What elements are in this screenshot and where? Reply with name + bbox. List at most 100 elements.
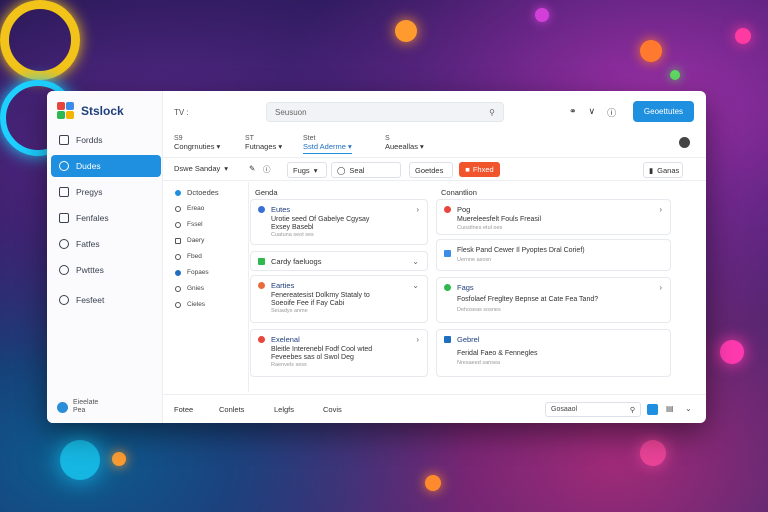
category-label: Daery [187,237,205,244]
category-item[interactable]: Fopaes [175,269,209,276]
tab-label: Sstd Aderme [303,142,346,151]
card[interactable]: Cardy faeluogs ⌄ [250,251,428,271]
card[interactable]: Earties ⌄ Fenereatesist Dolkmy Stataly t… [250,275,428,323]
right-filter[interactable]: ▮ Ganas [643,162,683,178]
sidebar-item-fesfeet[interactable]: Fesfeet [51,289,161,311]
sort-label: Dswe Sanday [174,164,221,173]
lock-icon: ◯ [337,165,346,175]
card-meta: Uernne asosn [457,257,492,263]
card[interactable]: Flesk Pand Cewer Il Pyoptes Dral Corief)… [436,239,671,271]
send-button[interactable] [647,404,658,415]
category-item[interactable]: Cieles [175,301,205,308]
category-item[interactable]: Gnies [175,285,204,292]
logo-icon [57,102,75,120]
bottom-link[interactable]: Conlets [219,405,244,414]
page-title: TV : [174,108,189,117]
bottom-link[interactable]: Covis [323,405,342,414]
category-label: Fopaes [187,269,209,276]
sidebar-item-label: Fenfales [76,213,109,223]
clock-icon [59,265,69,275]
filter-seal[interactable]: ◯ Seal [331,162,401,178]
sidebar-item-pwtttes[interactable]: Pwtttes [51,259,161,281]
category-item[interactable]: Ereao [175,205,204,212]
tab-count: S [385,135,390,142]
top-bar: TV : Seusuon ⚲ ⚭ ∨ ⓘ Geoettutes [163,91,706,131]
bottom-input[interactable]: Gosaaol ⚲ [545,402,641,417]
filter-label: Ganas [657,165,680,175]
card-icon [444,336,451,343]
sort-dropdown[interactable]: Dswe Sanday ▾ [174,164,228,173]
sidebar-item-dudes[interactable]: Dudes [51,155,161,177]
card-icon [258,206,265,213]
card-meta: Seuadys anme [271,308,308,314]
phone-icon: ▮ [649,165,654,175]
category-icon [175,205,181,212]
brand-name: Stslock [81,104,124,118]
tab-sstd-aderme[interactable]: Stet Sstd Aderme ▾ [303,134,352,154]
card[interactable]: Eutes › Urotie seed Of Gabelye Cgysay Ex… [250,199,428,245]
tab-congrnuties[interactable]: S9 Congrnuties ▾ [174,134,220,151]
red-action-button[interactable]: ■ Fhxed [459,162,500,177]
help-icon[interactable]: ⓘ [607,106,616,119]
sidebar-item-label: Dudes [76,161,101,171]
search-input[interactable]: Seusuon ⚲ [266,102,504,122]
category-item[interactable]: Fssel [175,221,203,228]
chevron-right-icon: › [416,205,419,214]
card[interactable]: Gebrel Feridal Faeo & Fennegles Nresaeed… [436,329,671,377]
chevron-down-icon: ⌄ [412,281,419,290]
search-icon: ⚲ [629,406,635,414]
chat-icon [59,161,69,171]
category-item[interactable]: Fbed [175,253,202,260]
app-window: Stslock Fordds Dudes Pregys Fenfales Fat… [47,91,706,423]
edit-icon[interactable]: ✎ [249,164,255,173]
tab-futnages[interactable]: ST Futnages ▾ [245,134,282,151]
card[interactable]: Fags › Fosfolaef Fregltey Bepnse at Cate… [436,277,671,323]
tab-aueeallas[interactable]: S Aueeallas ▾ [385,134,424,151]
card-icon [444,206,451,213]
chevron-down-icon[interactable]: ⌄ [685,404,692,413]
filter-icon[interactable]: ∨ [589,106,596,119]
chevron-down-icon: ▾ [313,165,318,175]
sidebar-item-label: Pregys [76,187,103,197]
card-title: Cardy faeluogs [271,257,322,266]
category-item[interactable]: Daery [175,237,204,244]
flame-icon: ■ [465,165,470,174]
category-label: Gnies [187,285,204,292]
filter-goetdes[interactable]: Goetdes [409,162,453,178]
footer-line-2: Pea [73,407,86,414]
filter-fugs[interactable]: Fugs ▾ [287,162,327,178]
app-logo[interactable]: Stslock [57,102,124,120]
sidebar-item-pregys[interactable]: Pregys [51,181,161,203]
yellow-ring-decoration [0,0,80,80]
categories-title[interactable]: Dctoedes [175,188,219,197]
tab-count: S9 [174,135,183,142]
filter-label: Goetdes [415,165,444,175]
card-title: Eutes [271,205,291,214]
bottom-link[interactable]: Fotee [174,405,193,414]
card-title: Gebrel [457,335,480,344]
sidebar-footer[interactable]: Eieelate Pea [57,399,98,415]
refresh-icon[interactable]: ⚭ [569,106,577,119]
document-icon [59,187,69,197]
search-placeholder: Seusuon [275,107,307,117]
avatar[interactable] [679,137,690,148]
card[interactable]: Exelenal › Bleitle Interenebl Fodf Cool … [250,329,428,377]
sidebar-item-fatfes[interactable]: Fatfes [51,233,161,255]
primary-button[interactable]: Geoettutes [633,101,694,122]
attach-icon[interactable]: ▤ [666,404,674,413]
category-label: Fbed [187,253,202,260]
sidebar-item-fenfales[interactable]: Fenfales [51,207,161,229]
card[interactable]: Pog › Muereleesfelt Fouls Freasil Cuostl… [436,199,671,235]
card-meta: Cuostlnes etul oes [457,225,503,231]
tab-label: Futnages [245,142,277,151]
sidebar-item-fordds[interactable]: Fordds [51,129,161,151]
folder-icon [59,213,69,223]
chevron-right-icon: › [416,335,419,344]
sidebar-item-label: Pwtttes [76,265,104,275]
card-line: Flesk Pand Cewer Il Pyoptes Dral Corief) [457,247,585,254]
info-icon[interactable]: ⓘ [263,164,271,175]
tabs-row: S9 Congrnuties ▾ ST Futnages ▾ Stet Sstd Ad… [163,132,706,156]
chevron-right-icon: › [659,283,662,292]
bottom-link[interactable]: Lelgfs [274,405,294,414]
card-icon [444,250,451,257]
